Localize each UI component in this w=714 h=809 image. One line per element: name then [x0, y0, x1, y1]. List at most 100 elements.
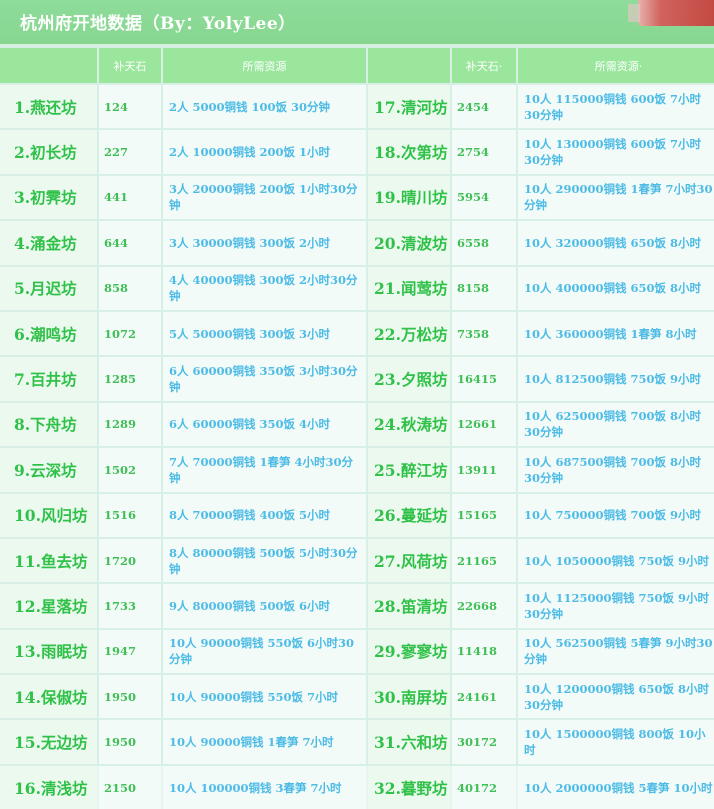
header-price-left: 补天石 [99, 48, 161, 83]
stone-count: 30172 [452, 720, 516, 764]
resource-requirement: 2人 10000铜钱 200饭 1小时 [163, 130, 366, 174]
resource-requirement: 4人 40000铜钱 300饭 2小时30分钟 [163, 266, 366, 310]
district-name: 16.清浅坊 [0, 765, 97, 809]
stone-count: 1516 [99, 493, 161, 537]
stone-count: 1285 [99, 357, 161, 401]
district-name: 6.潮鸣坊 [0, 311, 97, 356]
district-name: 13.雨眠坊 [0, 629, 97, 674]
stone-count: 1289 [99, 402, 161, 447]
district-name: 18.次第坊 [368, 130, 450, 174]
stone-count: 227 [99, 130, 161, 174]
stone-count: 1072 [99, 311, 161, 356]
district-name: 10.风归坊 [0, 493, 97, 537]
district-name: 14.保俶坊 [0, 675, 97, 719]
resource-requirement: 10人 90000铜钱 1春笋 7小时 [163, 720, 366, 764]
resource-requirement: 10人 2000000铜钱 5春笋 10小时 [518, 765, 714, 809]
stone-count: 12661 [452, 402, 516, 447]
district-name: 1.燕还坊 [0, 85, 97, 129]
resource-requirement: 2人 5000铜钱 100饭 30分钟 [163, 85, 366, 129]
district-name: 9.云深坊 [0, 448, 97, 492]
district-name: 7.百井坊 [0, 357, 97, 401]
stone-count: 2454 [452, 85, 516, 129]
stone-count: 16415 [452, 357, 516, 401]
header-resources-left: 所需资源 [163, 48, 366, 83]
district-name: 26.蔓延坊 [368, 493, 450, 537]
stone-count: 11418 [452, 629, 516, 674]
district-name: 29.寥寥坊 [368, 629, 450, 674]
resource-requirement: 10人 1200000铜钱 650饭 8小时30分钟 [518, 675, 714, 719]
district-name: 30.南屏坊 [368, 675, 450, 719]
resource-requirement: 3人 20000铜钱 200饭 1小时30分钟 [163, 175, 366, 220]
resource-requirement: 10人 1050000铜钱 750饭 9小时 [518, 538, 714, 583]
resource-requirement: 10人 400000铜钱 650饭 8小时 [518, 266, 714, 310]
page-title: 杭州府开地数据（By：YolyLee） [20, 14, 296, 34]
district-name: 11.鱼去坊 [0, 538, 97, 583]
stone-count: 21165 [452, 538, 516, 583]
title-bar: 杭州府开地数据（By：YolyLee） [0, 0, 714, 46]
resource-requirement: 10人 360000铜钱 1春笋 8小时 [518, 311, 714, 356]
district-name: 23.夕照坊 [368, 357, 450, 401]
district-name: 20.清波坊 [368, 221, 450, 265]
district-name: 8.下舟坊 [0, 402, 97, 447]
data-table: 补天石 所需资源 补天石· 所需资源· 1.燕还坊 124 2人 5000铜钱 10… [0, 46, 714, 809]
resource-requirement: 10人 812500铜钱 750饭 9小时 [518, 357, 714, 401]
resource-requirement: 10人 100000铜钱 3春笋 7小时 [163, 765, 366, 809]
header-name-right [368, 48, 450, 83]
district-name: 4.涌金坊 [0, 221, 97, 265]
resource-requirement: 8人 70000铜钱 400饭 5小时 [163, 493, 366, 537]
stone-count: 24161 [452, 675, 516, 719]
stone-count: 22668 [452, 584, 516, 628]
stone-count: 644 [99, 221, 161, 265]
resource-requirement: 6人 60000铜钱 350饭 3小时30分钟 [163, 357, 366, 401]
resource-requirement: 10人 90000铜钱 550饭 7小时 [163, 675, 366, 719]
stone-count: 1947 [99, 629, 161, 674]
header-price-right: 补天石· [452, 48, 516, 83]
stone-count: 1720 [99, 538, 161, 583]
header-name-left [0, 48, 97, 83]
resource-requirement: 10人 625000铜钱 700饭 8小时30分钟 [518, 402, 714, 447]
resource-requirement: 10人 1125000铜钱 750饭 9小时30分钟 [518, 584, 714, 628]
stone-count: 40172 [452, 765, 516, 809]
district-name: 25.醉江坊 [368, 448, 450, 492]
header-resources-right: 所需资源· [518, 48, 714, 83]
resource-requirement: 3人 30000铜钱 300饭 2小时 [163, 221, 366, 265]
resource-requirement: 7人 70000铜钱 1春笋 4小时30分钟 [163, 448, 366, 492]
stone-count: 124 [99, 85, 161, 129]
stone-count: 15165 [452, 493, 516, 537]
stone-count: 858 [99, 266, 161, 310]
stone-count: 2754 [452, 130, 516, 174]
resource-requirement: 10人 320000铜钱 650饭 8小时 [518, 221, 714, 265]
district-name: 12.星落坊 [0, 584, 97, 628]
resource-requirement: 9人 80000铜钱 500饭 6小时 [163, 584, 366, 628]
stone-count: 1950 [99, 720, 161, 764]
district-name: 2.初长坊 [0, 130, 97, 174]
district-name: 5.月迟坊 [0, 266, 97, 310]
district-name: 31.六和坊 [368, 720, 450, 764]
district-name: 32.暮野坊 [368, 765, 450, 809]
district-name: 17.清河坊 [368, 85, 450, 129]
district-name: 3.初霁坊 [0, 175, 97, 220]
resource-requirement: 10人 1500000铜钱 800饭 10小时 [518, 720, 714, 764]
stone-count: 7358 [452, 311, 516, 356]
stone-count: 1950 [99, 675, 161, 719]
resource-requirement: 10人 115000铜钱 600饭 7小时30分钟 [518, 85, 714, 129]
district-name: 24.秋涛坊 [368, 402, 450, 447]
corner-logo [628, 0, 714, 26]
stone-count: 1733 [99, 584, 161, 628]
resource-requirement: 10人 130000铜钱 600饭 7小时30分钟 [518, 130, 714, 174]
district-name: 15.无边坊 [0, 720, 97, 764]
resource-requirement: 6人 60000铜钱 350饭 4小时 [163, 402, 366, 447]
stone-count: 441 [99, 175, 161, 220]
stone-count: 6558 [452, 221, 516, 265]
resource-requirement: 10人 562500铜钱 5春笋 9小时30分钟 [518, 629, 714, 674]
stone-count: 13911 [452, 448, 516, 492]
resource-requirement: 8人 80000铜钱 500饭 5小时30分钟 [163, 538, 366, 583]
district-name: 22.万松坊 [368, 311, 450, 356]
resource-requirement: 10人 750000铜钱 700饭 9小时 [518, 493, 714, 537]
stone-count: 8158 [452, 266, 516, 310]
stone-count: 1502 [99, 448, 161, 492]
resource-requirement: 10人 90000铜钱 550饭 6小时30分钟 [163, 629, 366, 674]
resource-requirement: 10人 687500铜钱 700饭 8小时30分钟 [518, 448, 714, 492]
resource-requirement: 5人 50000铜钱 300饭 3小时 [163, 311, 366, 356]
stone-count: 2150 [99, 765, 161, 809]
